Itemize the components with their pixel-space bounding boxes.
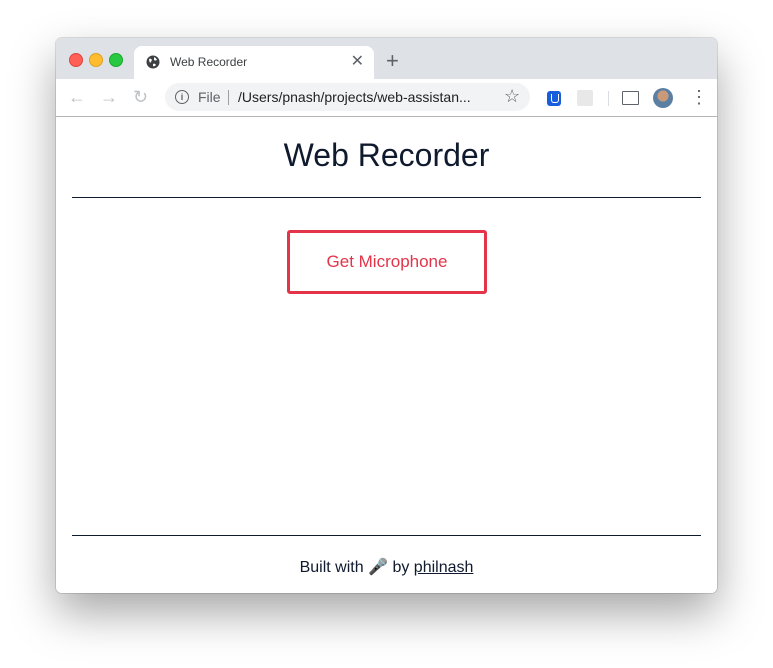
page-title: Web Recorder: [283, 137, 490, 173]
minimize-window-button[interactable]: [89, 53, 103, 67]
omnibox-separator: [228, 90, 229, 105]
address-bar[interactable]: i File /Users/pnash/projects/web-assista…: [165, 83, 530, 111]
browser-window: Web Recorder ✕ + ← → ↻ i File /Users/pna…: [56, 38, 717, 593]
get-microphone-button[interactable]: Get Microphone: [287, 230, 487, 294]
new-tab-button[interactable]: +: [386, 50, 399, 72]
info-icon[interactable]: i: [175, 90, 189, 104]
reload-icon[interactable]: ↻: [133, 87, 148, 107]
back-icon[interactable]: ←: [68, 87, 86, 107]
profile-avatar[interactable]: [653, 88, 673, 108]
maximize-window-button[interactable]: [109, 53, 123, 67]
tab-strip: Web Recorder ✕ +: [56, 38, 717, 79]
browser-menu-icon[interactable]: ⋮: [690, 87, 708, 107]
bitwarden-icon[interactable]: [547, 91, 561, 106]
author-link[interactable]: philnash: [414, 559, 474, 576]
tab-web-recorder[interactable]: Web Recorder ✕: [134, 46, 374, 79]
header-divider: [72, 197, 701, 198]
footer: Built with 🎤 by philnash: [56, 557, 717, 577]
browser-toolbar: ← → ↻ i File /Users/pnash/projects/web-a…: [56, 79, 717, 117]
footer-prefix: Built with: [299, 559, 364, 576]
cast-icon[interactable]: [622, 91, 639, 105]
toolbar-separator: [608, 91, 609, 106]
scheme-label: File: [198, 89, 221, 105]
url-text[interactable]: /Users/pnash/projects/web-assistan...: [238, 89, 471, 105]
react-devtools-icon[interactable]: [577, 90, 593, 106]
tab-title: Web Recorder: [170, 55, 248, 69]
page-content: Web Recorder Get Microphone Built with 🎤…: [56, 117, 717, 593]
bookmark-star-icon[interactable]: ☆: [504, 86, 520, 107]
microphone-emoji-icon: 🎤: [368, 559, 388, 576]
footer-by: by: [392, 559, 410, 576]
forward-icon[interactable]: →: [100, 87, 118, 107]
globe-icon: [146, 55, 160, 69]
footer-divider: [72, 535, 701, 536]
close-tab-icon[interactable]: ✕: [351, 52, 364, 72]
close-window-button[interactable]: [69, 53, 83, 67]
